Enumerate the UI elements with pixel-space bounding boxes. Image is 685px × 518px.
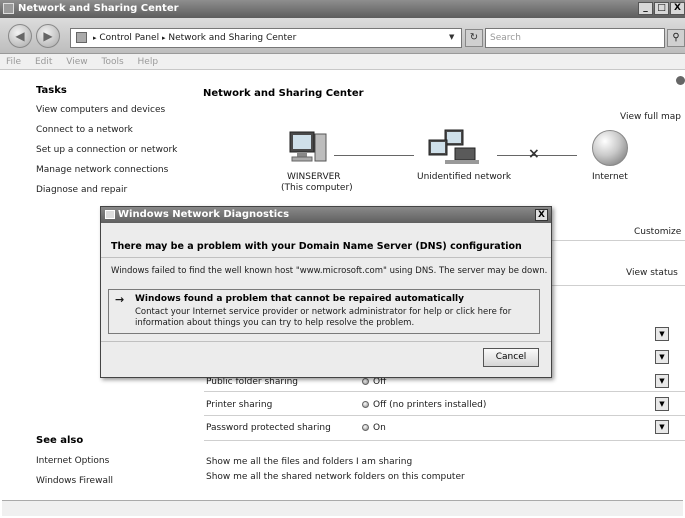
status-bar — [2, 500, 683, 516]
tasks-heading: Tasks — [36, 85, 67, 96]
show-shared-folders-link[interactable]: Show me all the shared network folders o… — [206, 472, 465, 482]
diagnostics-dialog: Windows Network Diagnostics X There may … — [100, 206, 552, 378]
task-view-computers[interactable]: View computers and devices — [36, 105, 165, 115]
crumb-network-center[interactable]: Network and Sharing Center — [168, 33, 296, 43]
sharing-value-text: On — [373, 423, 386, 433]
arrow-icon: → — [115, 293, 125, 306]
dialog-heading: There may be a problem with your Domain … — [111, 241, 522, 252]
problem-link-box[interactable]: → Windows found a problem that cannot be… — [108, 289, 540, 334]
broken-link-icon[interactable]: × — [528, 146, 540, 162]
sharing-value-text: Off (no printers installed) — [373, 400, 487, 410]
window-title: Network and Sharing Center — [18, 3, 179, 14]
window-titlebar: Network and Sharing Center — [0, 0, 685, 18]
row-divider — [204, 415, 685, 416]
sharing-value-public-folder: Off — [362, 377, 386, 387]
menu-file[interactable]: File — [6, 57, 21, 67]
expand-button[interactable]: ▼ — [655, 420, 669, 434]
task-setup-connection[interactable]: Set up a connection or network — [36, 145, 177, 155]
address-toolbar: ◀ ▶ ▸ Control Panel ▸ Network and Sharin… — [0, 18, 685, 54]
search-icon[interactable]: ⚲ — [667, 29, 685, 47]
menu-help[interactable]: Help — [138, 57, 159, 67]
search-input[interactable]: Search — [485, 28, 665, 48]
menu-tools[interactable]: Tools — [101, 57, 123, 67]
sharing-label-printer: Printer sharing — [206, 400, 273, 410]
close-button[interactable]: X — [670, 2, 685, 15]
dialog-title: Windows Network Diagnostics — [118, 209, 290, 220]
page-title: Network and Sharing Center — [203, 88, 364, 99]
see-also-internet-options[interactable]: Internet Options — [36, 456, 109, 466]
diagnostics-icon — [105, 210, 115, 219]
internet-globe-icon — [592, 130, 628, 166]
menu-view[interactable]: View — [66, 57, 87, 67]
row-divider — [204, 391, 685, 392]
problem-detail-line1: Contact your Internet service provider o… — [135, 307, 512, 317]
show-shared-files-link[interactable]: Show me all the files and folders I am s… — [206, 457, 412, 467]
menu-edit[interactable]: Edit — [35, 57, 52, 67]
crumb-separator-icon: ▸ — [161, 34, 166, 42]
sharing-label-public-folder: Public folder sharing — [206, 377, 299, 387]
minimize-button[interactable]: _ — [638, 2, 653, 15]
maximize-button[interactable]: □ — [654, 2, 669, 15]
section-divider — [548, 240, 685, 241]
dialog-divider — [101, 341, 551, 342]
dialog-titlebar: Windows Network Diagnostics — [101, 207, 551, 223]
network-label: Unidentified network — [417, 172, 512, 182]
menu-bar: File Edit View Tools Help — [0, 54, 685, 70]
computer-icon — [288, 128, 328, 169]
control-panel-icon — [76, 32, 87, 43]
crumb-separator-icon: ▸ — [93, 34, 97, 42]
status-dot-icon — [362, 401, 369, 408]
task-connect-network[interactable]: Connect to a network — [36, 125, 133, 135]
address-bar[interactable]: ▸ Control Panel ▸ Network and Sharing Ce… — [70, 28, 462, 48]
refresh-button[interactable]: ↻ — [465, 29, 483, 47]
sharing-value-text: Off — [373, 377, 387, 387]
back-button[interactable]: ◀ — [8, 24, 32, 48]
computer-label: WINSERVER — [287, 172, 341, 182]
status-dot-icon — [362, 424, 369, 431]
help-icon[interactable] — [676, 76, 685, 85]
section-divider — [548, 285, 685, 286]
network-icon — [415, 128, 495, 171]
forward-button[interactable]: ▶ — [36, 24, 60, 48]
sharing-value-password: On — [362, 423, 386, 433]
expand-button[interactable]: ▼ — [655, 374, 669, 388]
sharing-label-password: Password protected sharing — [206, 423, 331, 433]
problem-detail-line2: information about things you can try to … — [135, 318, 415, 328]
expand-button[interactable]: ▼ — [655, 327, 669, 341]
problem-title: Windows found a problem that cannot be r… — [135, 294, 465, 304]
see-also-windows-firewall[interactable]: Windows Firewall — [36, 476, 113, 486]
internet-label: Internet — [592, 172, 628, 182]
view-full-map-link[interactable]: View full map — [620, 112, 681, 122]
expand-button[interactable]: ▼ — [655, 350, 669, 364]
network-center-icon — [3, 3, 14, 14]
cancel-button[interactable]: Cancel — [483, 348, 539, 367]
task-manage-connections[interactable]: Manage network connections — [36, 165, 168, 175]
dialog-divider — [101, 257, 551, 258]
task-diagnose-repair[interactable]: Diagnose and repair — [36, 185, 127, 195]
view-status-link[interactable]: View status — [626, 268, 678, 278]
sharing-value-printer: Off (no printers installed) — [362, 400, 486, 410]
computer-sublabel: (This computer) — [281, 183, 353, 193]
dialog-close-button[interactable]: X — [535, 209, 548, 221]
dialog-message: Windows failed to find the well known ho… — [111, 266, 548, 276]
status-dot-icon — [362, 378, 369, 385]
crumb-control-panel[interactable]: Control Panel — [99, 33, 159, 43]
row-divider — [204, 440, 685, 441]
address-dropdown-icon[interactable]: ▼ — [449, 33, 454, 41]
see-also-heading: See also — [36, 435, 84, 446]
customize-link[interactable]: Customize — [634, 227, 681, 237]
map-link-line — [334, 155, 414, 156]
window-controls: _ □ X — [638, 2, 685, 15]
expand-button[interactable]: ▼ — [655, 397, 669, 411]
